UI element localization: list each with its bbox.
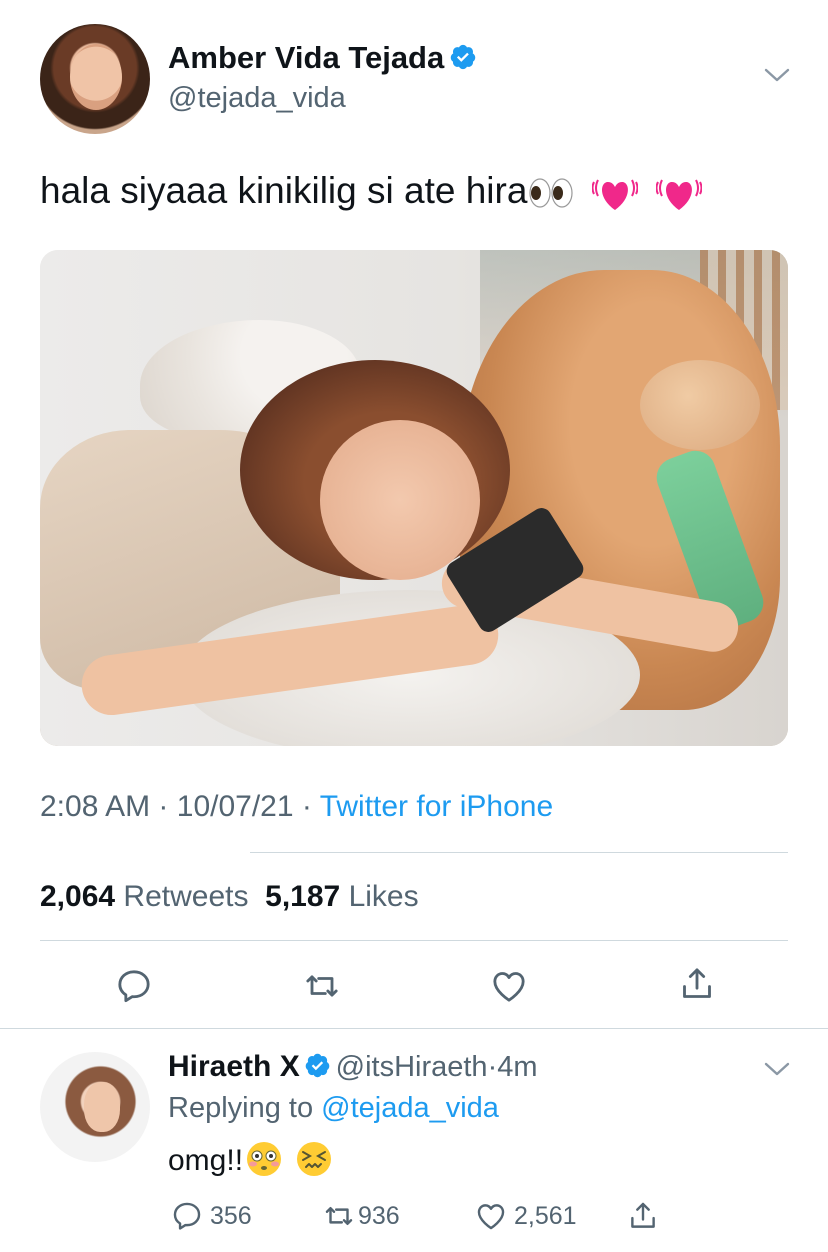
reply-text-row: omg!! (168, 1140, 333, 1178)
reply-author-display-name[interactable]: Hiraeth X (168, 1050, 300, 1083)
replying-to-line: Replying to @tejada_vida (168, 1092, 499, 1125)
growing-heart-emoji-icon (591, 179, 638, 211)
tweet-text-row: hala siyaaa kinikilig si ate hira (40, 170, 702, 214)
reply-like-button[interactable]: 2,561 (474, 1196, 577, 1236)
tweet-text: hala siyaaa kinikilig si ate hira (40, 170, 528, 211)
confounded-face-emoji-icon (297, 1142, 332, 1176)
retweet-icon (325, 1207, 353, 1225)
tweet-photo[interactable] (40, 250, 788, 746)
divider (250, 852, 788, 853)
reply-author-row: Hiraeth X @itsHiraeth·4m (168, 1050, 538, 1084)
like-count: 2,561 (514, 1201, 577, 1230)
meta-separator: · (301, 790, 312, 823)
tweet-date: 10/07/21 (176, 790, 294, 823)
verified-badge-icon (450, 44, 475, 70)
tweet-source-link[interactable]: Twitter for iPhone (320, 790, 553, 823)
like-icon (477, 1204, 505, 1230)
flushed-face-emoji-icon (247, 1142, 282, 1176)
reply-reply-button[interactable]: 356 (170, 1196, 252, 1236)
tweet-stats: 2,064 Retweets 5,187 Likes (40, 880, 419, 914)
divider (0, 1028, 828, 1029)
divider (40, 940, 788, 941)
tweet-meta: 2:08 AM · 10/07/21 · Twitter for iPhone (40, 790, 553, 824)
eyes-emoji-icon (529, 178, 574, 208)
reply-time[interactable]: 4m (497, 1051, 537, 1083)
share-icon[interactable] (677, 964, 717, 1004)
reply-retweet-button[interactable]: 936 (322, 1196, 400, 1236)
retweet-count: 936 (358, 1201, 400, 1230)
reply-count: 356 (210, 1201, 252, 1230)
like-icon[interactable] (489, 966, 529, 1006)
meta-separator: · (487, 1051, 498, 1083)
retweet-icon[interactable] (302, 966, 342, 1006)
verified-badge-icon (305, 1053, 330, 1078)
reply-icon[interactable] (114, 966, 154, 1006)
meta-separator: · (158, 790, 169, 823)
author-name-row: Amber Vida Tejada (168, 40, 477, 76)
chevron-down-icon[interactable] (762, 1058, 792, 1078)
share-icon (631, 1202, 655, 1228)
reply-author-avatar[interactable] (40, 1052, 150, 1162)
likes-label: Likes (348, 880, 419, 913)
reply-text: omg!! (168, 1144, 244, 1177)
retweets-count: 2,064 (40, 880, 116, 913)
replying-to-label: Replying to (168, 1092, 314, 1124)
growing-heart-emoji-icon (655, 179, 702, 211)
author-display-name[interactable]: Amber Vida Tejada (168, 40, 444, 75)
likes-count: 5,187 (265, 880, 341, 913)
retweets-label: Retweets (123, 880, 249, 913)
author-handle[interactable]: @tejada_vida (168, 82, 346, 115)
retweets-stat[interactable]: 2,064 Retweets (40, 880, 248, 913)
tweet-time: 2:08 AM (40, 790, 151, 823)
reply-icon (173, 1202, 201, 1230)
author-avatar[interactable] (40, 24, 150, 134)
reply-author-handle[interactable]: @itsHiraeth (336, 1051, 488, 1083)
replying-to-mention[interactable]: @tejada_vida (321, 1092, 499, 1124)
reply-share-button[interactable] (626, 1196, 666, 1236)
likes-stat[interactable]: 5,187 Likes (265, 880, 418, 913)
chevron-down-icon[interactable] (762, 64, 792, 84)
